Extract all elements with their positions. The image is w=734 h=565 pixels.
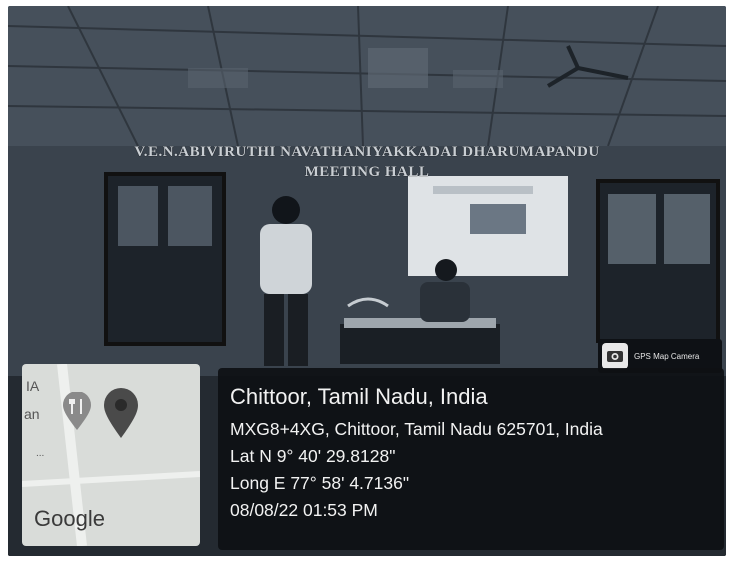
map-label-fragment: ... [36, 448, 45, 459]
location-latitude: Lat N 9° 40' 29.8128" [230, 446, 396, 466]
location-pin-icon [104, 388, 138, 438]
location-info-panel: Chittoor, Tamil Nadu, India MXG8+4XG, Ch… [218, 368, 724, 550]
camera-icon [602, 343, 628, 369]
map-label-fragment: IA [26, 378, 40, 394]
map-thumbnail[interactable]: IA an ... Google [22, 364, 200, 546]
map-label-fragment: an [24, 406, 40, 422]
hall-sign-line1: V.E.N.ABIVIRUTHI NAVATHANIYAKKADAI DHARU… [134, 144, 600, 160]
restaurant-icon [63, 392, 91, 430]
badge-label: GPS Map Camera [634, 351, 700, 361]
location-longitude: Long E 77° 58' 4.7136" [230, 473, 410, 493]
hall-sign-line2: MEETING HALL [304, 164, 430, 180]
photo: V.E.N.ABIVIRUTHI NAVATHANIYAKKADAI DHARU… [8, 6, 726, 556]
google-logo: Google [34, 506, 105, 531]
location-datetime: 08/08/22 01:53 PM [230, 500, 378, 520]
location-city: Chittoor, Tamil Nadu, India [230, 384, 488, 409]
location-address: MXG8+4XG, Chittoor, Tamil Nadu 625701, I… [230, 419, 603, 439]
